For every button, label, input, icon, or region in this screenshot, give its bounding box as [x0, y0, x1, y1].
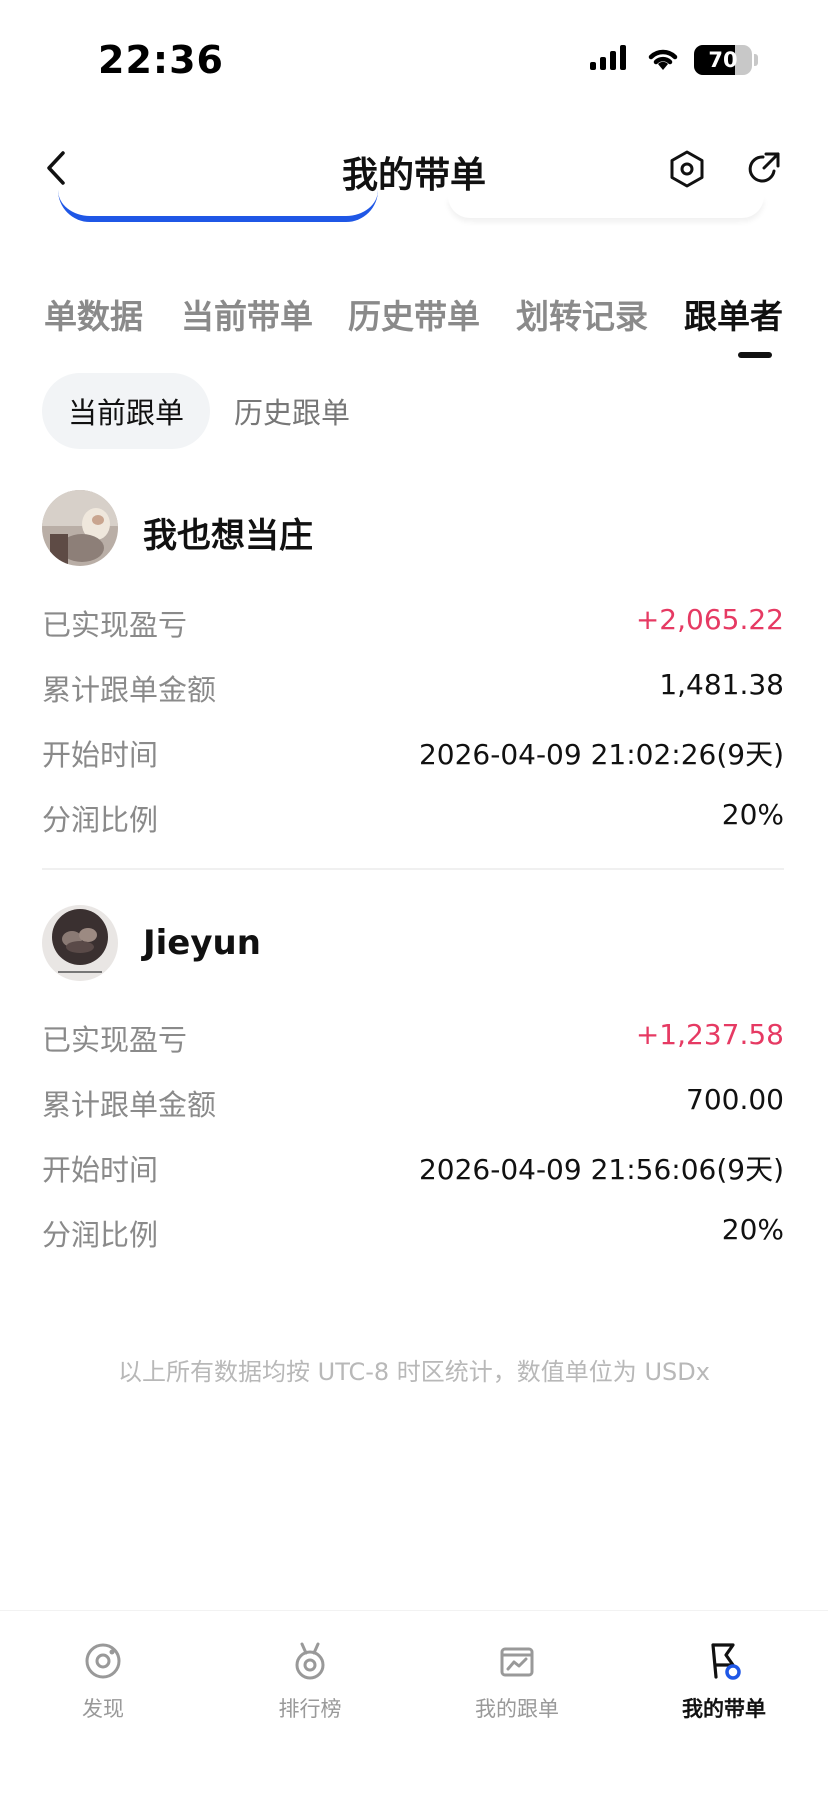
- battery-nub: [754, 54, 758, 66]
- total-copy-amount-label: 累计跟单金额: [42, 673, 217, 707]
- start-time-value: 2026-04-09 21:02:26(9天): [418, 738, 784, 771]
- subtab-current-follow[interactable]: 当前跟单: [42, 373, 210, 449]
- subtab-history-follow[interactable]: 历史跟单: [222, 373, 362, 449]
- tab-history-lead[interactable]: 历史带单: [348, 290, 480, 338]
- nav-discover[interactable]: 发现: [28, 1639, 178, 1723]
- realized-pnl-value: +1,237.58: [635, 1018, 784, 1051]
- follower-name: 我也想当庄: [143, 516, 313, 556]
- divider: [42, 868, 784, 870]
- timezone-footnote: 以上所有数据均按 UTC-8 时区统计，数值单位为 USDx: [118, 1358, 710, 1386]
- page: 22:36 70 我的带单 单数据 当前带单 历史带单 划转记录 跟单者 当前跟…: [0, 0, 828, 1796]
- tab-active-indicator: [738, 352, 772, 358]
- share-button[interactable]: [742, 150, 784, 192]
- tab-current-lead[interactable]: 当前带单: [181, 290, 313, 338]
- nav-label: 我的带单: [682, 1697, 766, 1721]
- scrolled-banner-right: [448, 196, 764, 218]
- realized-pnl-label: 已实现盈亏: [42, 1023, 188, 1057]
- bottom-nav: 发现 排行榜 我的跟单 我的带单: [0, 1610, 828, 1796]
- nav-leaderboard[interactable]: 排行榜: [235, 1639, 385, 1723]
- status-icons: 70: [588, 44, 758, 76]
- settings-button[interactable]: [666, 150, 708, 192]
- tab-lead-data[interactable]: 单数据: [44, 290, 143, 338]
- start-time-label: 开始时间: [42, 1153, 159, 1187]
- scrolled-banner-left: [58, 190, 378, 222]
- wifi-icon: [646, 44, 680, 76]
- total-copy-amount-value: 1,481.38: [659, 668, 784, 701]
- follower-name: Jieyun: [143, 923, 261, 963]
- start-time-label: 开始时间: [42, 738, 159, 772]
- total-copy-amount-label: 累计跟单金额: [42, 1088, 217, 1122]
- battery-icon: 70: [694, 45, 752, 75]
- nav-my-copy[interactable]: 我的跟单: [442, 1639, 592, 1723]
- profit-share-value: 20%: [721, 1213, 784, 1246]
- chart-board-icon: [495, 1639, 539, 1683]
- status-bar: 22:36 70: [0, 0, 828, 110]
- medal-icon: [288, 1639, 332, 1683]
- nav-my-lead[interactable]: 我的带单: [649, 1639, 799, 1723]
- profit-share-label: 分润比例: [42, 1218, 159, 1252]
- hexagon-gear-icon: [669, 150, 705, 192]
- battery-percent: 70: [708, 48, 738, 72]
- main-tabs: 单数据 当前带单 历史带单 划转记录 跟单者: [0, 280, 828, 360]
- total-copy-amount-value: 700.00: [686, 1083, 784, 1116]
- cellular-signal-icon: [588, 44, 632, 76]
- avatar: [42, 490, 118, 566]
- flag-lead-icon: [702, 1639, 746, 1683]
- nav-label: 我的跟单: [475, 1697, 559, 1721]
- nav-label: 排行榜: [278, 1697, 342, 1721]
- tab-transfer-record[interactable]: 划转记录: [516, 290, 648, 338]
- discover-icon: [81, 1639, 125, 1683]
- nav-label: 发现: [82, 1697, 124, 1721]
- tab-followers[interactable]: 跟单者: [684, 290, 783, 338]
- status-time: 22:36: [98, 38, 224, 82]
- avatar: [42, 905, 118, 981]
- start-time-value: 2026-04-09 21:56:06(9天): [418, 1153, 784, 1186]
- realized-pnl-label: 已实现盈亏: [42, 608, 188, 642]
- share-arrow-icon: [744, 150, 782, 192]
- realized-pnl-value: +2,065.22: [635, 603, 784, 636]
- profit-share-label: 分润比例: [42, 803, 159, 837]
- profit-share-value: 20%: [721, 798, 784, 831]
